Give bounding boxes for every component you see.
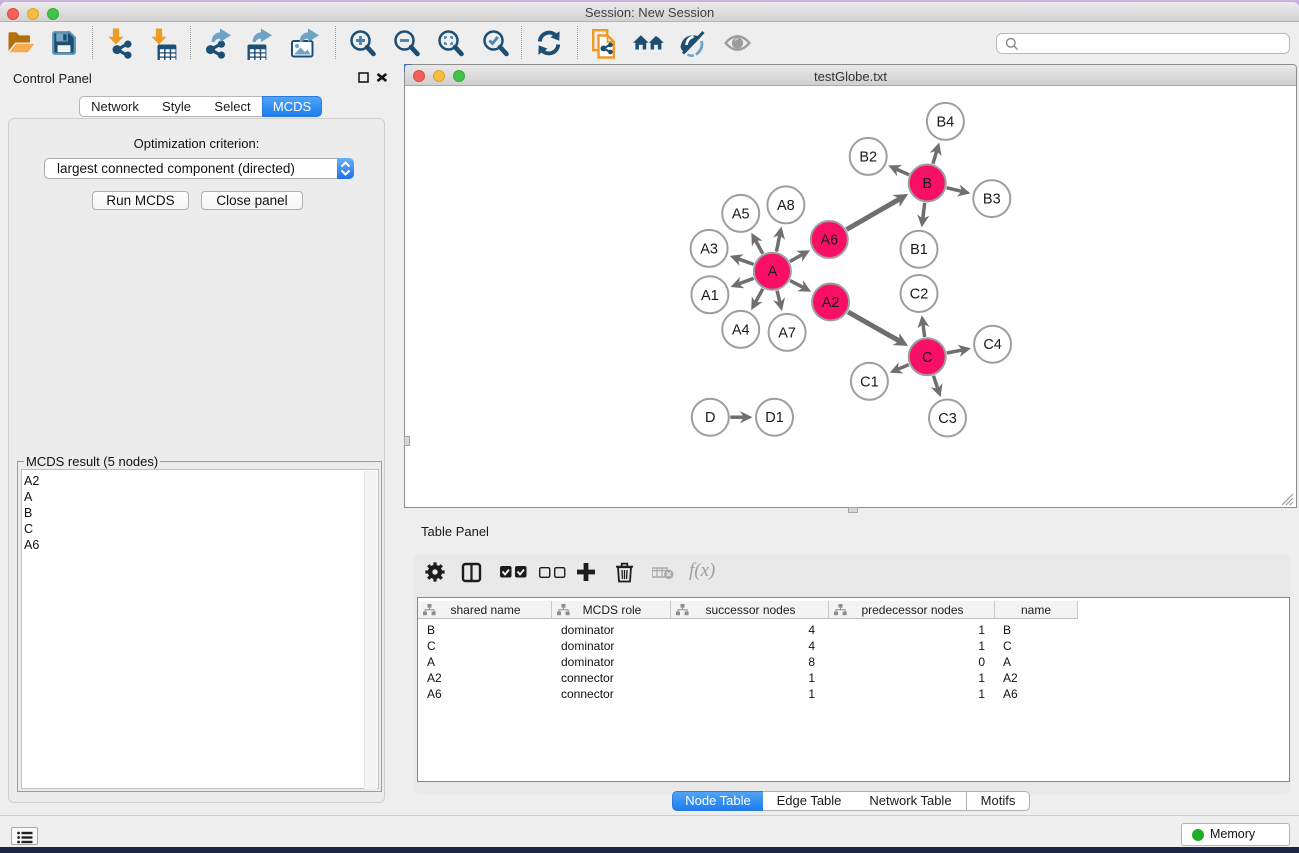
svg-text:B4: B4 [937,114,955,130]
svg-text:A: A [768,264,778,280]
svg-text:A2: A2 [822,295,840,311]
svg-text:A7: A7 [778,325,796,341]
svg-text:B2: B2 [859,149,877,165]
svg-text:A6: A6 [820,233,838,249]
svg-text:A5: A5 [732,206,750,222]
svg-text:C: C [922,350,932,366]
svg-text:C4: C4 [983,337,1002,353]
svg-text:A1: A1 [701,288,719,304]
svg-text:B3: B3 [983,192,1001,208]
svg-text:A3: A3 [700,241,718,257]
svg-text:D: D [705,410,715,426]
svg-text:B1: B1 [910,242,928,258]
svg-text:C2: C2 [910,287,929,303]
svg-text:A4: A4 [732,322,750,338]
svg-text:C3: C3 [938,411,957,427]
svg-text:D1: D1 [765,410,784,426]
svg-text:C1: C1 [860,374,879,390]
svg-text:B: B [922,176,932,192]
svg-text:A8: A8 [777,198,795,214]
